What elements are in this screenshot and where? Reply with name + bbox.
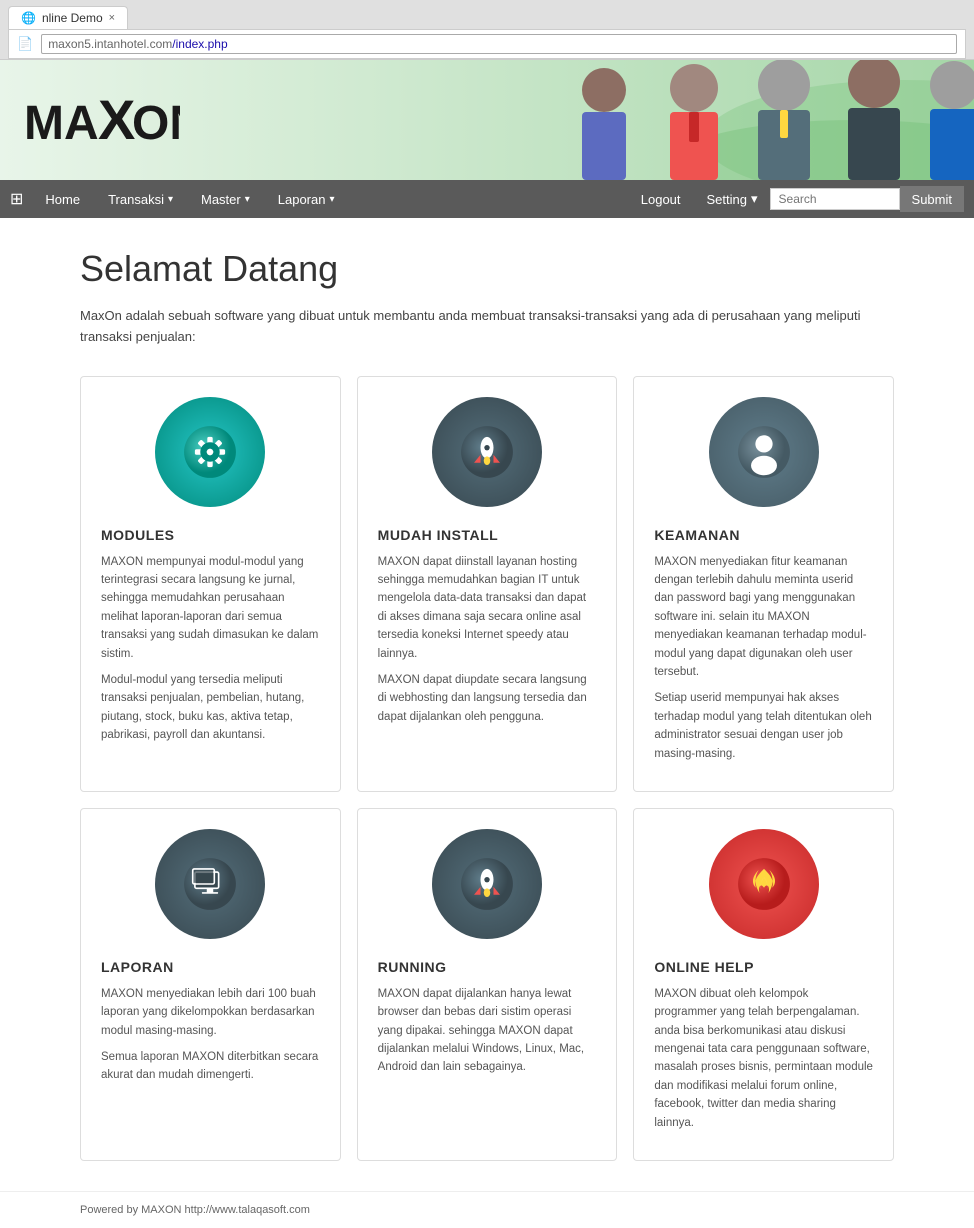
laporan-arrow: ▾ [329, 194, 334, 205]
browser-chrome: 🌐 nline Demo × 📄 maxon5.intanhotel.com/i… [0, 0, 974, 60]
card-title-laporan: LAPORAN [101, 959, 320, 975]
transaksi-arrow: ▾ [168, 194, 173, 205]
icon-circle-laporan [155, 829, 265, 939]
card-mudah-install: MUDAH INSTALL MAXON dapat diinstall laya… [357, 376, 618, 792]
card-icon-running [378, 829, 597, 939]
nav-logout[interactable]: Logout [627, 184, 695, 215]
submit-button[interactable]: Submit [900, 186, 964, 212]
card-title-mudah-install: MUDAH INSTALL [378, 527, 597, 543]
card-modules: MODULES MAXON mempunyai modul-modul yang… [80, 376, 341, 792]
card-icon-laporan [101, 829, 320, 939]
nav-setting[interactable]: Setting ▾ [695, 183, 770, 215]
address-input[interactable]: maxon5.intanhotel.com/index.php [41, 34, 957, 54]
card-icon-modules [101, 397, 320, 507]
card-text2-mudah-install: MAXON dapat diupdate secara langsung di … [378, 671, 597, 726]
icon-circle-running [432, 829, 542, 939]
card-title-modules: MODULES [101, 527, 320, 543]
svg-text:ON: ON [132, 97, 180, 149]
header-people [554, 60, 974, 180]
page-icon: 📄 [17, 36, 33, 52]
navbar: ⊞ Home Transaksi ▾ Master ▾ Laporan ▾ Lo… [0, 180, 974, 218]
card-title-running: RUNNING [378, 959, 597, 975]
tab-title: nline Demo [42, 11, 103, 25]
footer-text: Powered by MAXON http://www.talaqasoft.c… [80, 1204, 310, 1216]
svg-text:MA: MA [24, 97, 99, 149]
browser-tabs: 🌐 nline Demo × [8, 6, 966, 29]
gear-icon [183, 425, 237, 479]
welcome-desc: MaxOn adalah sebuah software yang dibuat… [80, 306, 894, 348]
site-header: MA X ON [0, 60, 974, 180]
nav-master[interactable]: Master ▾ [187, 184, 264, 215]
people-svg [554, 60, 974, 180]
card-text1-modules: MAXON mempunyai modul-modul yang terinte… [101, 553, 320, 663]
card-text1-running: MAXON dapat dijalankan hanya lewat brows… [378, 985, 597, 1077]
card-text1-keamanan: MAXON menyediakan fitur keamanan dengan … [654, 553, 873, 682]
card-text2-laporan: Semua laporan MAXON diterbitkan secara a… [101, 1048, 320, 1085]
search-input[interactable] [770, 188, 900, 210]
card-text2-keamanan: Setiap userid mempunyai hak akses terhad… [654, 689, 873, 763]
address-scheme: maxon5.intanhotel.com [48, 37, 172, 51]
master-arrow: ▾ [245, 194, 250, 205]
site-footer: Powered by MAXON http://www.talaqasoft.c… [0, 1191, 974, 1228]
user-icon [737, 425, 791, 479]
card-icon-mudah-install [378, 397, 597, 507]
nav-transaksi[interactable]: Transaksi ▾ [94, 184, 187, 215]
page: MA X ON [0, 60, 974, 1228]
setting-arrow: ▾ [751, 191, 758, 207]
flame-icon [737, 857, 791, 911]
svg-text:X: X [98, 89, 135, 149]
card-online-help: ONLINE HELP MAXON dibuat oleh kelompok p… [633, 808, 894, 1161]
card-title-online-help: ONLINE HELP [654, 959, 873, 975]
welcome-title: Selamat Datang [80, 248, 894, 290]
card-title-keamanan: KEAMANAN [654, 527, 873, 543]
card-keamanan: KEAMANAN MAXON menyediakan fitur keamana… [633, 376, 894, 792]
browser-tab-active[interactable]: 🌐 nline Demo × [8, 6, 128, 29]
icon-circle-keamanan [709, 397, 819, 507]
rocket-icon [460, 425, 514, 479]
nav-laporan[interactable]: Laporan ▾ [264, 184, 349, 215]
logo-svg: MA X ON [20, 89, 180, 149]
card-running: RUNNING MAXON dapat dijalankan hanya lew… [357, 808, 618, 1161]
icon-circle-mudah-install [432, 397, 542, 507]
monitor-icon [183, 857, 237, 911]
browser-address-bar[interactable]: 📄 maxon5.intanhotel.com/index.php [8, 29, 966, 59]
card-laporan: LAPORAN MAXON menyediakan lebih dari 100… [80, 808, 341, 1161]
grid-icon: ⊞ [10, 189, 23, 209]
feature-cards-grid: MODULES MAXON mempunyai modul-modul yang… [80, 376, 894, 1161]
card-text1-laporan: MAXON menyediakan lebih dari 100 buah la… [101, 985, 320, 1040]
site-logo: MA X ON [20, 89, 180, 152]
card-text1-online-help: MAXON dibuat oleh kelompok programmer ya… [654, 985, 873, 1132]
tab-close-button[interactable]: × [109, 12, 115, 24]
card-icon-online-help [654, 829, 873, 939]
main-content: Selamat Datang MaxOn adalah sebuah softw… [0, 218, 974, 1191]
card-icon-keamanan [654, 397, 873, 507]
icon-circle-online-help [709, 829, 819, 939]
icon-circle-modules [155, 397, 265, 507]
tab-favicon: 🌐 [21, 11, 36, 25]
card-text2-modules: Modul-modul yang tersedia meliputi trans… [101, 671, 320, 745]
address-path: /index.php [172, 37, 227, 51]
nav-home[interactable]: Home [31, 184, 94, 215]
card-text1-mudah-install: MAXON dapat diinstall layanan hosting se… [378, 553, 597, 663]
rocket-icon [460, 857, 514, 911]
